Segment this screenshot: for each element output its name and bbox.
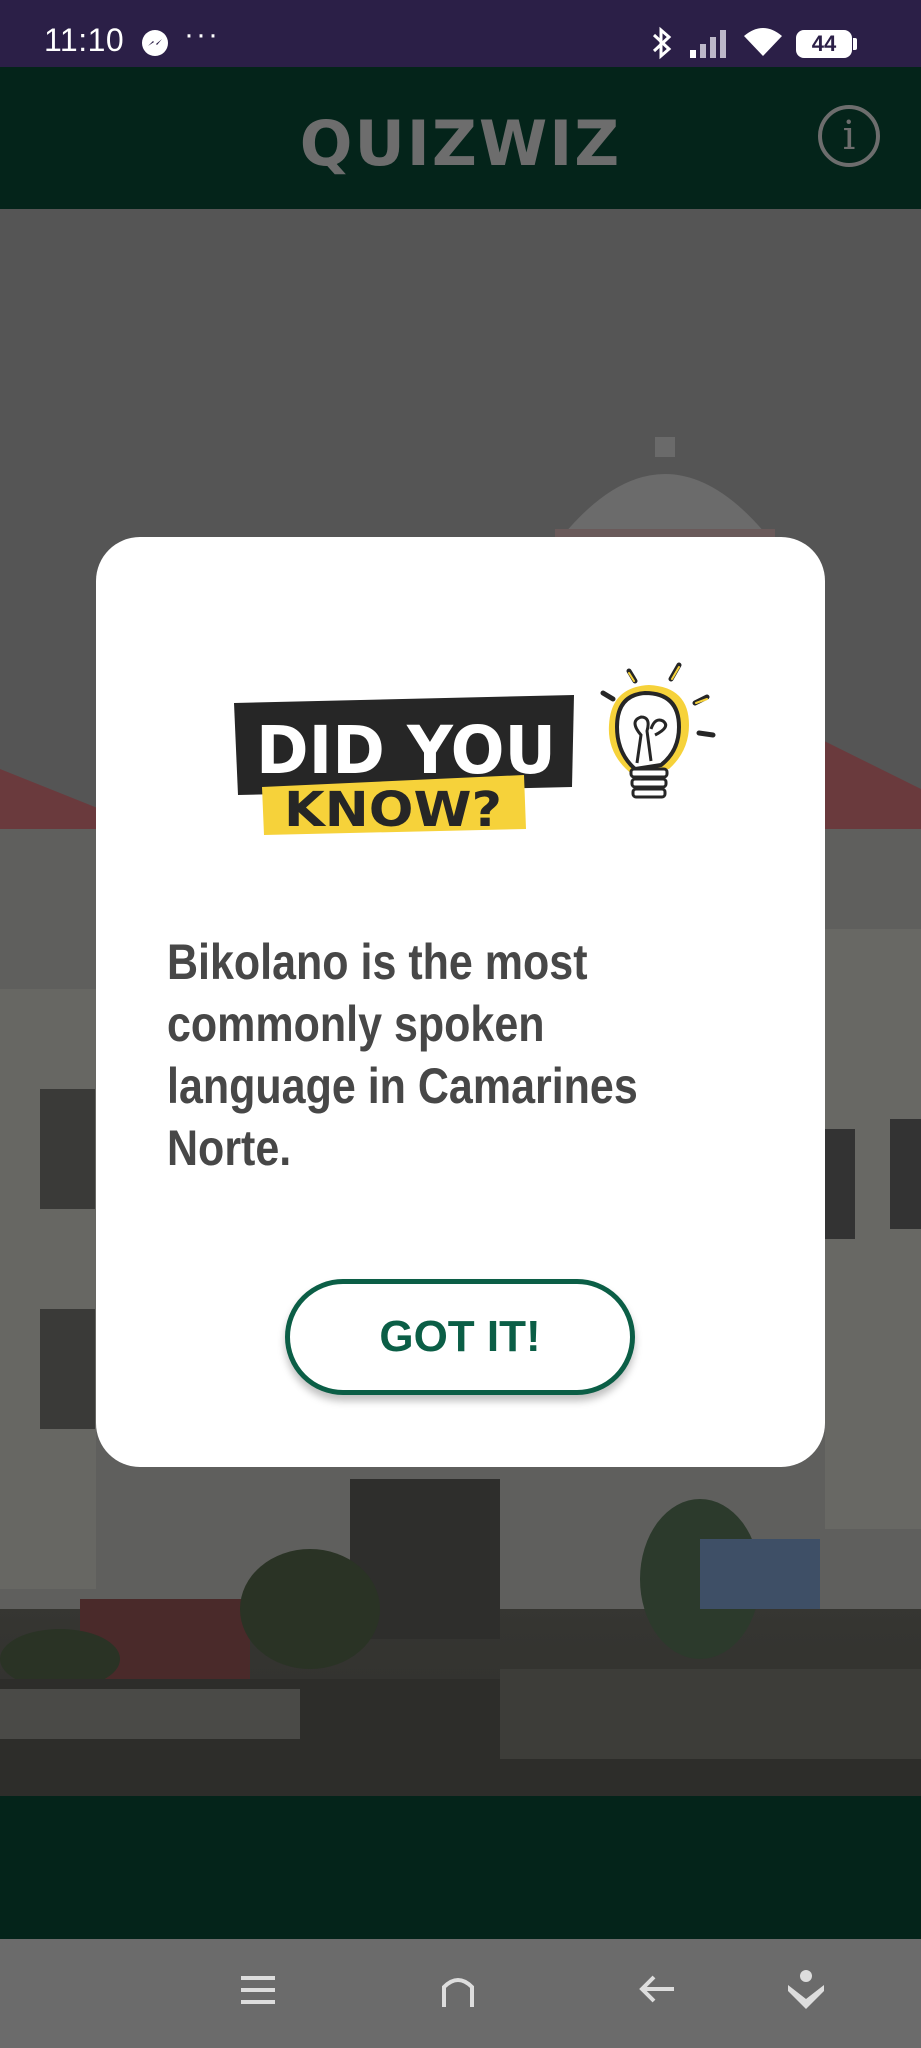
app-title: QUIZWIZ (299, 107, 622, 180)
did-you-know-banner: DID YOU KNOW? (234, 662, 716, 838)
battery-tip (853, 38, 857, 50)
battery-icon: 44 (796, 30, 852, 58)
did-you-know-dialog: DID YOU KNOW? Bikolano is the most commo… (96, 537, 825, 1467)
got-it-button[interactable]: GOT IT! (285, 1279, 635, 1395)
accessibility-icon[interactable] (786, 1969, 826, 2011)
wifi-icon (744, 28, 782, 56)
menu-icon[interactable] (241, 1974, 275, 2006)
home-icon[interactable] (440, 1971, 476, 2009)
banner-line2: KNOW? (284, 782, 502, 838)
bluetooth-icon (652, 26, 672, 60)
messenger-icon (142, 30, 168, 56)
status-bar: 11:10 ··· 44 (0, 0, 921, 67)
back-icon[interactable] (638, 1973, 678, 2005)
signal-icon (690, 30, 726, 58)
info-icon[interactable]: i (818, 105, 880, 167)
navigation-bar (0, 1939, 921, 2048)
status-time: 11:10 (44, 22, 125, 58)
footer-bar (0, 1796, 921, 1939)
fact-text: Bikolano is the most commonly spoken lan… (167, 934, 638, 1176)
app-header: QUIZWIZ i (0, 67, 921, 209)
lightbulb-icon (600, 662, 716, 799)
more-notifications-icon: ··· (184, 18, 220, 51)
